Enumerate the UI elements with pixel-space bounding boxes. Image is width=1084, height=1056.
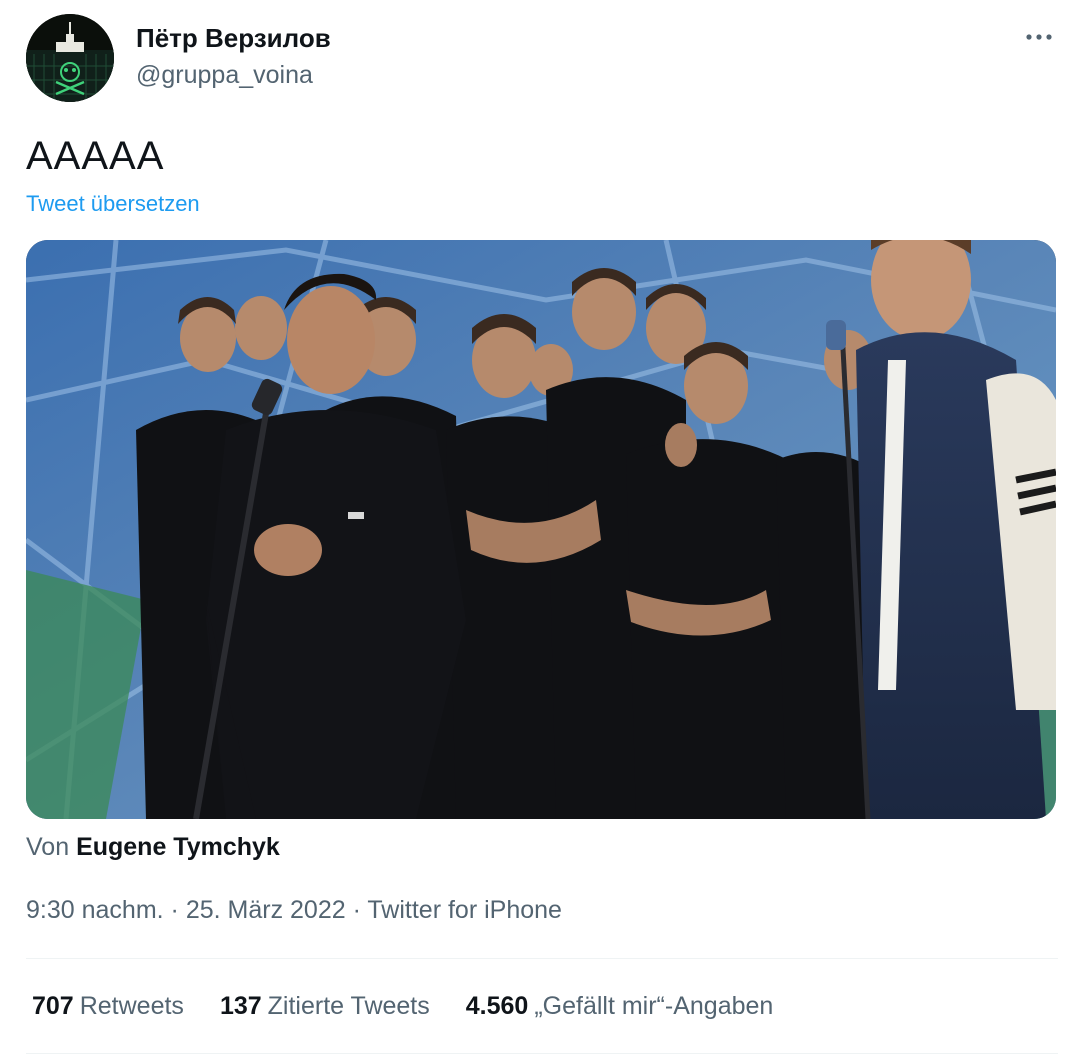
stat-quote-tweets[interactable]: 137 Zitierte Tweets xyxy=(220,990,430,1022)
attribution-name[interactable]: Eugene Tymchyk xyxy=(76,833,280,861)
likes-count: 4.560 xyxy=(465,992,529,1020)
author-avatar[interactable] xyxy=(26,14,114,102)
quote-tweets-label: Zitierte Tweets xyxy=(267,992,430,1020)
media-attribution: Von Eugene Tymchyk xyxy=(26,831,280,863)
retweets-count: 707 xyxy=(32,992,74,1020)
stat-retweets[interactable]: 707 Retweets xyxy=(32,990,184,1022)
tweet-media[interactable] xyxy=(26,240,1056,819)
more-horizontal-icon xyxy=(1026,34,1052,40)
tweet-text: AAAAA xyxy=(26,134,165,178)
media-video-still xyxy=(26,240,1056,819)
divider-bottom xyxy=(26,1053,1058,1054)
likes-label: „Gefällt mir“-Angaben xyxy=(534,992,774,1020)
retweets-label: Retweets xyxy=(79,992,184,1020)
translate-tweet-link[interactable]: Tweet übersetzen xyxy=(26,190,200,218)
avatar-image xyxy=(26,14,114,102)
quote-tweets-count: 137 xyxy=(219,992,262,1020)
more-options-button[interactable] xyxy=(1024,22,1054,52)
tweet-metadata: 9:30 nachm. · 25. März 2022 · Twitter fo… xyxy=(26,894,562,926)
tweet-date[interactable]: 25. März 2022 xyxy=(186,896,346,924)
meta-separator: · xyxy=(163,896,186,924)
stat-likes[interactable]: 4.560 „Gefällt mir“-Angaben xyxy=(466,990,774,1022)
tweet-time[interactable]: 9:30 nachm. xyxy=(26,896,164,924)
divider-top xyxy=(26,958,1058,959)
author-handle[interactable]: @gruppa_voina xyxy=(136,60,313,90)
tweet-source[interactable]: Twitter for iPhone xyxy=(367,896,562,924)
attribution-prefix: Von xyxy=(26,833,70,861)
author-display-name[interactable]: Пётр Верзилов xyxy=(136,22,331,54)
tweet-stats: 707 Retweets 137 Zitierte Tweets 4.560 „Gef… xyxy=(32,990,773,1022)
meta-separator: · xyxy=(345,896,368,924)
